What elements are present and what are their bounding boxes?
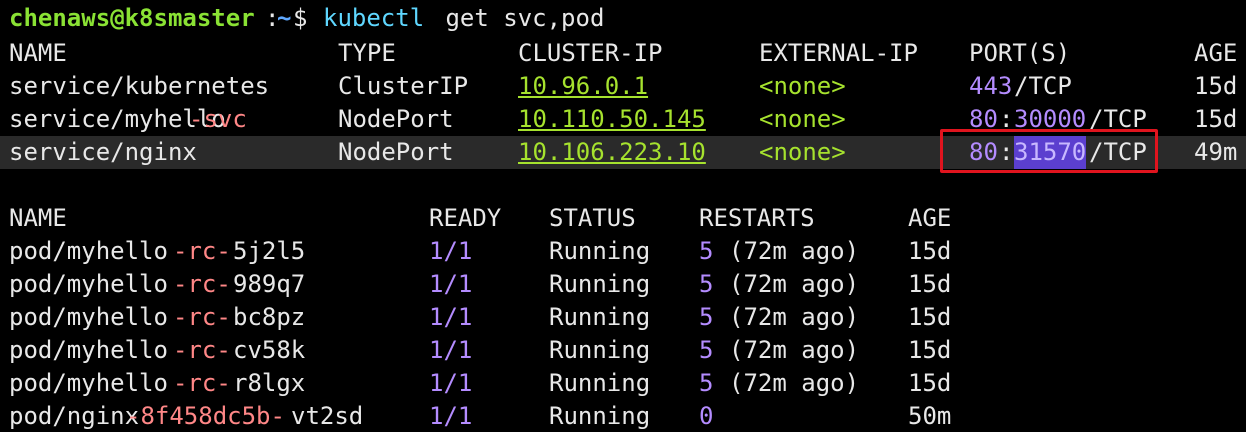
pod-name-suffix: 5j2l5 (233, 237, 306, 265)
pod-restarts-note: (72m ago) (729, 303, 860, 331)
pod-restarts: 5 (699, 336, 714, 364)
svc-port: 443 (969, 72, 1013, 100)
svc-type: NodePort (338, 138, 454, 166)
command-name: kubectl (323, 4, 425, 32)
svc-external-ip: <none> (759, 72, 846, 100)
pod-name-mid: -rc- (173, 336, 231, 364)
pod-status: Running (549, 270, 651, 298)
pod-name: pod/myhello (9, 237, 168, 265)
pod-ready: 1/1 (429, 270, 473, 298)
command-args: get svc,pod (431, 4, 605, 32)
svc-col-cluster-ip: CLUSTER-IP (518, 39, 663, 67)
pod-name: pod/myhello (9, 303, 168, 331)
svc-type: ClusterIP (338, 72, 469, 100)
port-highlight-box (940, 129, 1158, 173)
pod-status: Running (549, 237, 651, 265)
svc-col-name: NAME (9, 39, 67, 67)
pod-restarts: 5 (699, 369, 714, 397)
pod-name-suffix: cv58k (233, 336, 306, 364)
pod-ready: 1/1 (429, 237, 473, 265)
pod-restarts: 5 (699, 270, 714, 298)
pod-row: pod/nginx -8f458dc5b- vt2sd 1/1 Running … (0, 400, 1246, 432)
pod-row: pod/myhello -rc- 989q7 1/1 Running 5 (72… (0, 268, 1246, 301)
pod-age: 50m (908, 402, 952, 430)
pod-age: 15d (908, 369, 952, 397)
svc-header-row: NAME TYPE CLUSTER-IP EXTERNAL-IP PORT(S)… (0, 37, 1246, 70)
pod-name-suffix: bc8pz (233, 303, 306, 331)
pod-name: pod/myhello (9, 270, 168, 298)
pod-status: Running (549, 402, 651, 430)
svc-name-suffix: -svc (189, 105, 247, 133)
pod-row: pod/myhello -rc- 5j2l5 1/1 Running 5 (72… (0, 235, 1246, 268)
pod-age: 15d (908, 336, 952, 364)
svc-col-type: TYPE (338, 39, 396, 67)
pod-ready: 1/1 (429, 369, 473, 397)
pod-restarts: 5 (699, 237, 714, 265)
pod-name-mid: -rc- (173, 270, 231, 298)
svc-age: 15d (1194, 72, 1238, 100)
prompt-path: ~ (277, 4, 292, 32)
pod-restarts-note: (72m ago) (729, 237, 860, 265)
pod-header-row: NAME READY STATUS RESTARTS AGE (0, 202, 1246, 235)
terminal-window[interactable]: chenaws@k8smaster : ~ $ kubectl get svc,… (0, 0, 1246, 432)
svc-external-ip: <none> (759, 138, 846, 166)
pod-ready: 1/1 (429, 336, 473, 364)
pod-col-restarts: RESTARTS (699, 204, 815, 232)
pod-col-status: STATUS (549, 204, 636, 232)
svc-age: 15d (1194, 105, 1238, 133)
svc-col-ports: PORT(S) (969, 39, 1071, 67)
prompt-symbol: $ (293, 4, 308, 32)
pod-name-suffix: 989q7 (233, 270, 306, 298)
pod-row: pod/myhello -rc- bc8pz 1/1 Running 5 (72… (0, 301, 1246, 334)
pod-ready: 1/1 (429, 402, 473, 430)
pod-status: Running (549, 369, 651, 397)
pod-status: Running (549, 303, 651, 331)
svc-cluster-ip: 10.110.50.145 (518, 105, 706, 133)
svc-external-ip: <none> (759, 105, 846, 133)
svc-type: NodePort (338, 105, 454, 133)
pod-age: 15d (908, 237, 952, 265)
svc-col-external-ip: EXTERNAL-IP (759, 39, 918, 67)
pod-name: pod/nginx (9, 402, 140, 430)
pod-name-mid: -rc- (173, 303, 231, 331)
pod-row: pod/myhello -rc- cv58k 1/1 Running 5 (72… (0, 334, 1246, 367)
prompt-line: chenaws@k8smaster : ~ $ kubectl get svc,… (0, 2, 1246, 35)
pod-restarts: 5 (699, 303, 714, 331)
pod-name-suffix: r8lgx (233, 369, 306, 397)
pod-restarts-note: (72m ago) (729, 336, 860, 364)
pod-name-suffix: vt2sd (291, 402, 364, 430)
pod-ready: 1/1 (429, 303, 473, 331)
svc-name: service/kubernetes (9, 72, 270, 100)
svc-name: service/nginx (9, 138, 197, 166)
prompt-user-host: chenaws@k8smaster (9, 4, 255, 32)
pod-name: pod/myhello (9, 369, 168, 397)
svc-age: 49m (1194, 138, 1238, 166)
pod-name-mid: -rc- (173, 237, 231, 265)
svc-row: service/kubernetes ClusterIP 10.96.0.1 <… (0, 70, 1246, 103)
pod-restarts: 0 (699, 402, 714, 430)
pod-status: Running (549, 336, 651, 364)
pod-age: 15d (908, 270, 952, 298)
pod-age: 15d (908, 303, 952, 331)
pod-col-ready: READY (429, 204, 502, 232)
pod-name-mid: -8f458dc5b- (126, 402, 285, 430)
svc-col-age: AGE (1194, 39, 1238, 67)
pod-name-mid: -rc- (173, 369, 231, 397)
pod-col-age: AGE (908, 204, 952, 232)
pod-col-name: NAME (9, 204, 67, 232)
pod-name: pod/myhello (9, 336, 168, 364)
svc-cluster-ip: 10.96.0.1 (518, 72, 649, 100)
pod-row: pod/myhello -rc- r8lgx 1/1 Running 5 (72… (0, 367, 1246, 400)
pod-restarts-note: (72m ago) (729, 369, 860, 397)
svc-port-proto: /TCP (1014, 72, 1072, 100)
svc-cluster-ip: 10.106.223.10 (518, 138, 706, 166)
pod-restarts-note: (72m ago) (729, 270, 860, 298)
